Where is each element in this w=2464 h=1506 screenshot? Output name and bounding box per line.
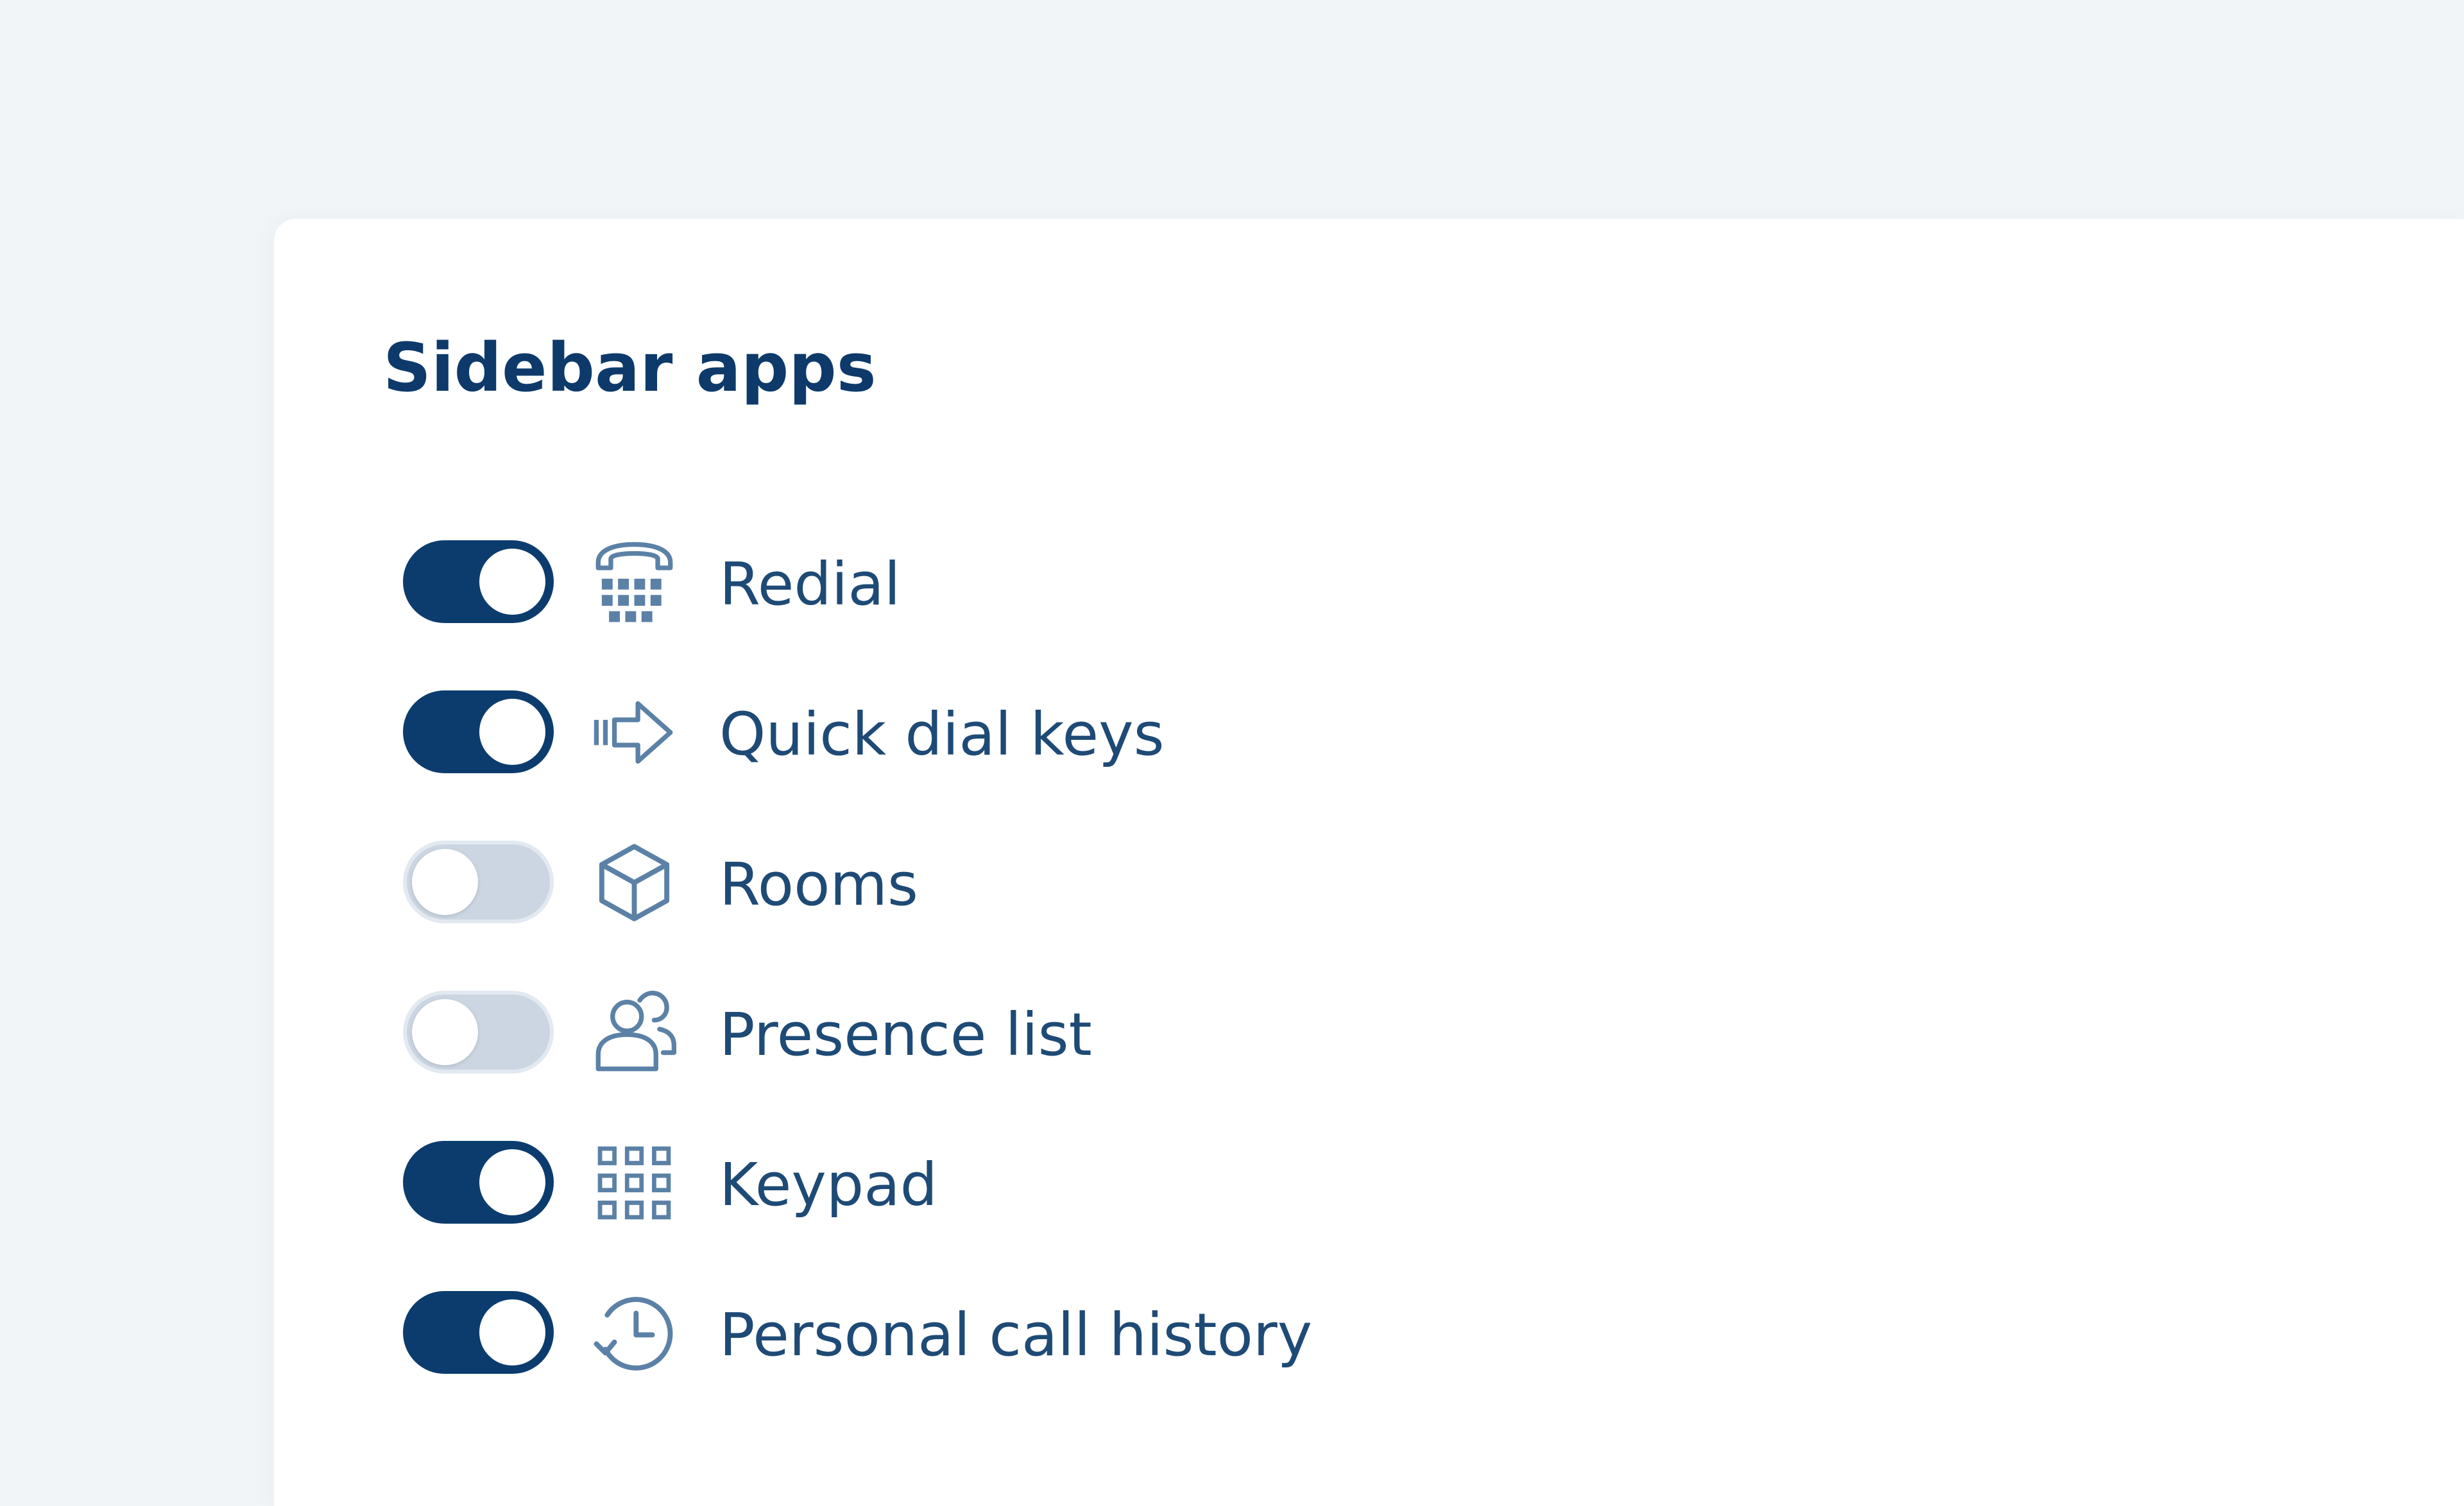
keypad-toggle[interactable] [403,1141,554,1224]
sidebar-apps-list: Redial Quick dial keys Rooms Presence li… [403,539,1815,1440]
redial-toggle[interactable] [403,540,554,623]
keypad-grid-icon [591,1140,678,1226]
app-row-keypad: Keypad [403,1140,1815,1290]
arrow-right-icon [591,689,678,776]
app-label-rooms: Rooms [719,850,918,919]
toggle-knob [479,1149,545,1215]
users-icon [591,989,678,1076]
app-row-quick-dial-keys: Quick dial keys [403,689,1815,839]
personal-call-history-toggle[interactable] [403,1291,554,1374]
app-row-rooms: Rooms [403,839,1815,989]
app-row-presence-list: Presence list [403,989,1815,1140]
rooms-toggle[interactable] [403,841,554,923]
phone-keypad-icon [591,539,678,626]
quick-dial-keys-toggle[interactable] [403,690,554,773]
app-row-redial: Redial [403,539,1815,689]
toggle-knob [479,1299,545,1365]
app-row-personal-call-history: Personal call history [403,1290,1815,1440]
cube-icon [591,839,678,926]
app-label-quick-dial-keys: Quick dial keys [719,700,1165,769]
toggle-knob [412,849,478,915]
app-label-keypad: Keypad [719,1151,937,1219]
section-title: Sidebar apps [383,329,877,407]
app-label-redial: Redial [719,550,901,619]
app-label-personal-call-history: Personal call history [719,1301,1313,1369]
toggle-knob [479,549,545,615]
toggle-knob [412,999,478,1065]
clock-history-icon [591,1290,678,1376]
toggle-knob [479,699,545,765]
app-label-presence-list: Presence list [719,1000,1092,1069]
presence-list-toggle[interactable] [403,991,554,1074]
